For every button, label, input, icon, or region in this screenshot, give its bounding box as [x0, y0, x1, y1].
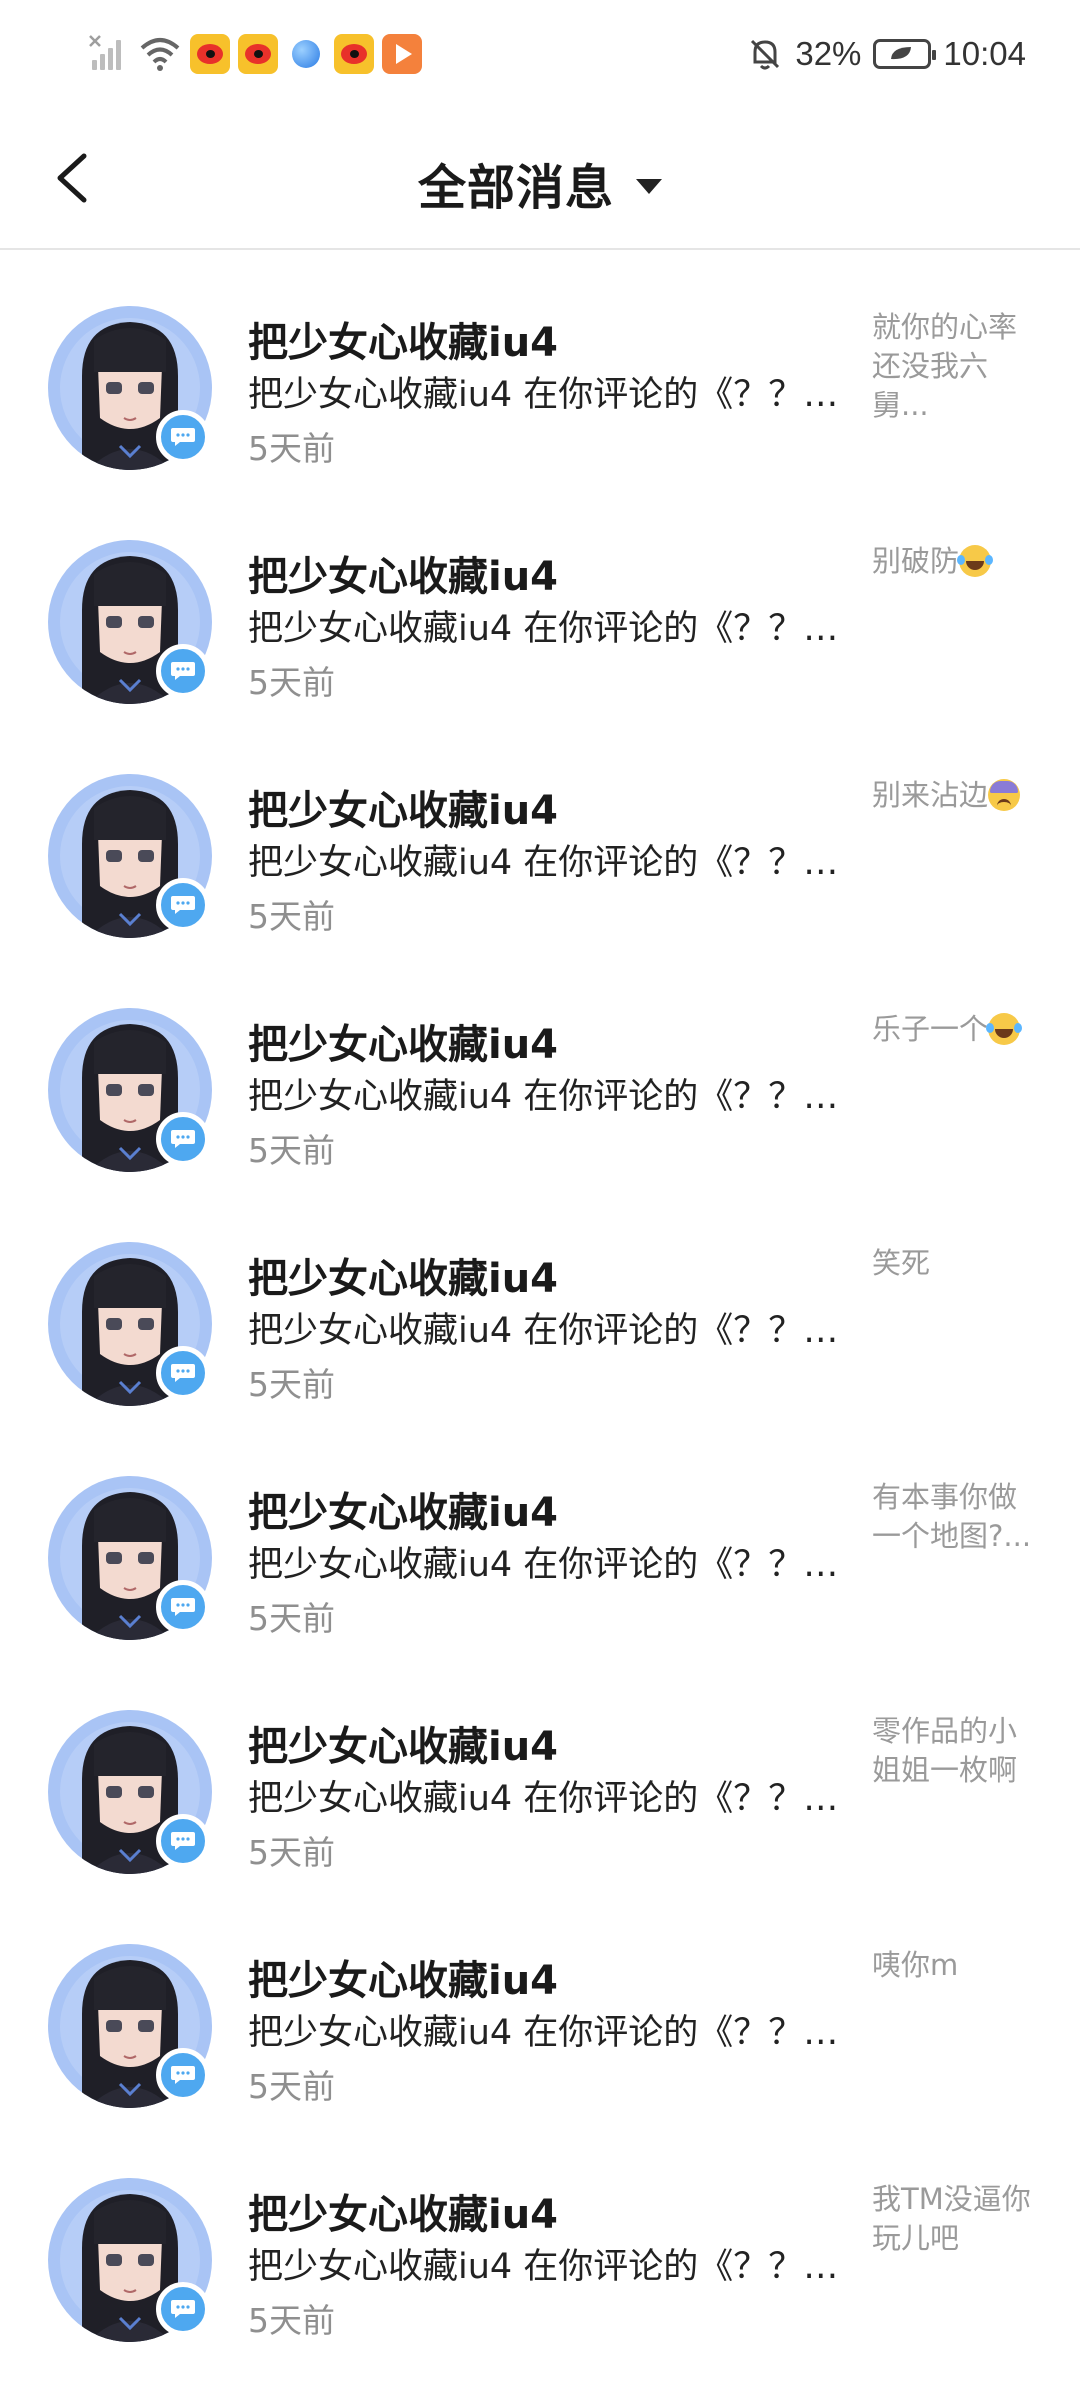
sender-name[interactable]: 把少女心收藏iu4: [248, 1948, 558, 2006]
battery-icon: [873, 39, 937, 69]
comment-badge-icon: [156, 2048, 210, 2102]
signal-icon: [89, 35, 130, 72]
comment-badge-icon: [156, 2282, 210, 2336]
reply-preview[interactable]: 就你的心率还没我六舅...: [872, 308, 1042, 425]
clock: 10:04: [943, 35, 1026, 72]
comment-badge-icon: [156, 1580, 210, 1634]
reply-text: 别破防: [872, 544, 960, 578]
reply-text: 别来沾边: [872, 778, 989, 812]
mute-bell-icon: [751, 39, 780, 70]
message-time: 5天前: [248, 1365, 335, 1404]
status-right: 32% 10:04: [747, 28, 1026, 80]
reply-text: 零作品的小姐姐一枚啊: [872, 1714, 1018, 1787]
comment-badge-icon: [156, 410, 210, 464]
message-summary: 把少女心收藏iu4 在你评论的《？？…: [248, 843, 838, 883]
message-list: 把少女心收藏iu4 把少女心收藏iu4 在你评论的《？？… 5天前 就你的心率还…: [0, 250, 1080, 2356]
sender-name[interactable]: 把少女心收藏iu4: [248, 1012, 558, 1070]
reply-text: 我TM没逼你玩儿吧: [872, 2182, 1031, 2255]
message-time: 5天前: [248, 429, 335, 468]
reply-preview[interactable]: 笑死: [872, 1244, 1042, 1283]
browser-icon: [286, 34, 326, 74]
message-summary: 把少女心收藏iu4 在你评论的《？？…: [248, 609, 838, 649]
weibo-icon: [190, 34, 230, 74]
sender-name[interactable]: 把少女心收藏iu4: [248, 310, 558, 368]
comment-badge-icon: [156, 1814, 210, 1868]
wifi-icon: [140, 38, 180, 71]
list-item[interactable]: 把少女心收藏iu4 把少女心收藏iu4 在你评论的《？？… 5天前 别破防: [0, 484, 1080, 718]
message-summary: 把少女心收藏iu4 在你评论的《？？…: [248, 1545, 838, 1585]
video-icon: [382, 34, 422, 74]
laugh-emoji-icon: [986, 1013, 1021, 1045]
reply-preview[interactable]: 乐子一个: [872, 1010, 1042, 1049]
message-summary: 把少女心收藏iu4 在你评论的《？？…: [248, 375, 838, 415]
reply-preview[interactable]: 别破防: [872, 542, 1042, 581]
list-item[interactable]: 把少女心收藏iu4 把少女心收藏iu4 在你评论的《？？… 5天前 咦你m: [0, 1888, 1080, 2122]
list-item[interactable]: 把少女心收藏iu4 把少女心收藏iu4 在你评论的《？？… 5天前 就你的心率还…: [0, 250, 1080, 484]
reply-preview[interactable]: 别来沾边: [872, 776, 1042, 815]
message-summary: 把少女心收藏iu4 在你评论的《？？…: [248, 1779, 838, 1819]
reply-text: 咦你m: [872, 1948, 959, 1982]
sender-name[interactable]: 把少女心收藏iu4: [248, 778, 558, 836]
message-time: 5天前: [248, 663, 335, 702]
reply-text: 就你的心率还没我六舅...: [872, 310, 1018, 422]
page-title: 全部消息: [417, 160, 614, 216]
list-item[interactable]: 把少女心收藏iu4 把少女心收藏iu4 在你评论的《？？… 5天前 零作品的小姐…: [0, 1654, 1080, 1888]
list-item[interactable]: 把少女心收藏iu4 把少女心收藏iu4 在你评论的《？？… 5天前 笑死: [0, 1186, 1080, 1420]
message-summary: 把少女心收藏iu4 在你评论的《？？…: [248, 1311, 838, 1351]
comment-badge-icon: [156, 1112, 210, 1166]
list-item[interactable]: 把少女心收藏iu4 把少女心收藏iu4 在你评论的《？？… 5天前 有本事你做一…: [0, 1420, 1080, 1654]
sender-name[interactable]: 把少女心收藏iu4: [248, 1480, 558, 1538]
message-time: 5天前: [248, 1833, 335, 1872]
message-summary: 把少女心收藏iu4 在你评论的《？？…: [248, 1077, 838, 1117]
sender-name[interactable]: 把少女心收藏iu4: [248, 1714, 558, 1772]
message-summary: 把少女心收藏iu4 在你评论的《？？…: [248, 2013, 838, 2053]
weibo-icon: [238, 34, 278, 74]
list-item[interactable]: 把少女心收藏iu4 把少女心收藏iu4 在你评论的《？？… 5天前 我TM没逼你…: [0, 2122, 1080, 2356]
sender-name[interactable]: 把少女心收藏iu4: [248, 1246, 558, 1304]
reply-preview[interactable]: 零作品的小姐姐一枚啊: [872, 1712, 1042, 1790]
battery-percent: 32%: [795, 35, 862, 72]
status-left-icons: [89, 30, 422, 78]
list-item[interactable]: 把少女心收藏iu4 把少女心收藏iu4 在你评论的《？？… 5天前 乐子一个: [0, 952, 1080, 1186]
message-time: 5天前: [248, 2067, 335, 2106]
sad-emoji-icon: [988, 779, 1021, 811]
reply-text: 有本事你做一个地图?...: [872, 1480, 1032, 1553]
message-time: 5天前: [248, 1131, 335, 1170]
caret-down-icon: [636, 178, 662, 194]
laugh-emoji-icon: [957, 545, 992, 577]
comment-badge-icon: [156, 878, 210, 932]
message-summary: 把少女心收藏iu4 在你评论的《？？…: [248, 2247, 838, 2287]
reply-preview[interactable]: 有本事你做一个地图?...: [872, 1478, 1042, 1556]
sender-name[interactable]: 把少女心收藏iu4: [248, 2182, 558, 2240]
reply-text: 笑死: [872, 1246, 931, 1280]
message-time: 5天前: [248, 2301, 335, 2340]
sender-name[interactable]: 把少女心收藏iu4: [248, 544, 558, 602]
reply-preview[interactable]: 我TM没逼你玩儿吧: [872, 2180, 1042, 2258]
message-filter-dropdown[interactable]: 全部消息: [0, 148, 1080, 218]
status-bar: 32% 10:04: [0, 0, 1080, 110]
message-time: 5天前: [248, 897, 335, 936]
reply-text: 乐子一个: [872, 1012, 989, 1046]
comment-badge-icon: [156, 644, 210, 698]
reply-preview[interactable]: 咦你m: [872, 1946, 1042, 1985]
comment-badge-icon: [156, 1346, 210, 1400]
weibo-icon: [334, 34, 374, 74]
message-time: 5天前: [248, 1599, 335, 1638]
list-item[interactable]: 把少女心收藏iu4 把少女心收藏iu4 在你评论的《？？… 5天前 别来沾边: [0, 718, 1080, 952]
top-bar: 全部消息: [0, 110, 1080, 250]
